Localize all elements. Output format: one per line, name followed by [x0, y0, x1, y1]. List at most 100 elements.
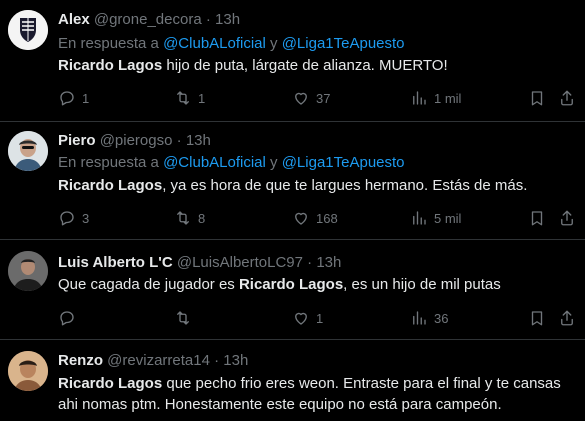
separator-dot: · — [307, 254, 313, 271]
views-button[interactable]: 5 mil — [410, 208, 461, 228]
bookmark-button[interactable] — [528, 208, 546, 228]
highlighted-term: Ricardo Lagos — [58, 177, 163, 194]
like-count: 37 — [316, 90, 331, 106]
handle[interactable]: @pierogso — [100, 132, 173, 149]
tweet-text-cont: ahi nomas ptm. Honestamente este equipo … — [58, 396, 502, 413]
views-button[interactable]: 1 mil — [410, 88, 461, 108]
share-button[interactable] — [558, 308, 576, 328]
timestamp[interactable]: 13h — [215, 11, 240, 28]
tweet-card[interactable]: Renzo @revizarreta14 · 13h Ricardo Lagos… — [0, 339, 585, 421]
reply-button[interactable]: 1 — [58, 88, 89, 108]
handle[interactable]: @LuisAlbertoLC97 — [177, 254, 303, 271]
timestamp[interactable]: 13h — [186, 132, 211, 149]
reply-joiner: y — [270, 154, 278, 171]
display-name[interactable]: Piero — [58, 132, 96, 149]
bookmark-button[interactable] — [528, 308, 546, 328]
tweet-text-rest: que pecho frio eres weon. Entraste para … — [162, 375, 561, 392]
reply-count: 3 — [82, 210, 90, 226]
like-button[interactable]: 1 — [292, 308, 323, 328]
reply-button[interactable] — [58, 308, 82, 328]
tweet-text: Ricardo Lagos que pecho frio eres weon. … — [58, 374, 561, 394]
share-button[interactable] — [558, 88, 576, 108]
bar-chart-icon — [410, 309, 428, 327]
timestamp[interactable]: 13h — [223, 352, 248, 369]
tweet-header: Piero @pierogso · 13h — [58, 131, 211, 151]
avatar[interactable] — [8, 10, 48, 50]
retweet-icon — [174, 209, 192, 227]
bar-chart-icon — [410, 89, 428, 107]
heart-icon — [292, 209, 310, 227]
tweet-text-pre: Que cagada de jugador es — [58, 276, 239, 293]
share-icon — [558, 209, 576, 227]
bookmark-button[interactable] — [528, 88, 546, 108]
share-button[interactable] — [558, 208, 576, 228]
bookmark-icon — [528, 89, 546, 107]
reply-icon — [58, 89, 76, 107]
reply-icon — [58, 209, 76, 227]
tweet-header: Renzo @revizarreta14 · 13h — [58, 351, 248, 371]
reply-count: 1 — [82, 90, 90, 106]
heart-icon — [292, 309, 310, 327]
separator-dot: · — [214, 352, 220, 369]
retweet-icon — [174, 309, 192, 327]
avatar[interactable] — [8, 131, 48, 171]
display-name[interactable]: Luis Alberto L'C — [58, 254, 173, 271]
highlighted-term: Ricardo Lagos — [58, 57, 163, 74]
action-bar: 1 1 37 1 mil — [58, 88, 578, 108]
tweet-header: Luis Alberto L'C @LuisAlbertoLC97 · 13h — [58, 253, 341, 273]
like-count: 168 — [316, 210, 338, 226]
display-name[interactable]: Alex — [58, 11, 90, 28]
tweet-text-rest: hijo de puta, lárgate de alianza. MUERTO… — [162, 57, 448, 74]
views-button[interactable]: 36 — [410, 308, 448, 328]
retweet-button[interactable]: 1 — [174, 88, 205, 108]
reply-button[interactable]: 3 — [58, 208, 89, 228]
mention-link[interactable]: @Liga1TeApuesto — [282, 154, 405, 171]
highlighted-term: Ricardo Lagos — [238, 276, 344, 293]
separator-dot: · — [176, 132, 182, 149]
display-name[interactable]: Renzo — [58, 352, 103, 369]
view-count: 5 mil — [434, 210, 462, 226]
tweet-text: Que cagada de jugador es Ricardo Lagos, … — [58, 275, 501, 295]
like-button[interactable]: 37 — [292, 88, 330, 108]
retweet-button[interactable]: 8 — [174, 208, 205, 228]
reply-prefix: En respuesta a — [58, 35, 159, 52]
bookmark-icon — [528, 309, 546, 327]
avatar[interactable] — [8, 351, 48, 391]
tweet-text-line-2: ahi nomas ptm. Honestamente este equipo … — [58, 395, 502, 415]
like-count: 1 — [316, 310, 324, 326]
handle[interactable]: @grone_decora — [94, 11, 202, 28]
reply-context: En respuesta a @ClubALoficial y @Liga1Te… — [58, 34, 405, 54]
action-bar: 3 8 168 5 mil — [58, 208, 578, 228]
bar-chart-icon — [410, 209, 428, 227]
tweet-text-rest: , es un hijo de mil putas — [343, 276, 501, 293]
retweet-count: 8 — [198, 210, 206, 226]
tweet-card[interactable]: Alex @grone_decora · 13h En respuesta a … — [0, 0, 585, 122]
like-button[interactable]: 168 — [292, 208, 338, 228]
mention-link[interactable]: @Liga1TeApuesto — [282, 35, 405, 52]
share-icon — [558, 89, 576, 107]
tweet-text: Ricardo Lagos, ya es hora de que te larg… — [58, 176, 527, 196]
tweet-text: Ricardo Lagos hijo de puta, lárgate de a… — [58, 56, 448, 76]
action-bar: 1 36 — [58, 308, 578, 328]
timestamp[interactable]: 13h — [316, 254, 341, 271]
mention-link[interactable]: @ClubALoficial — [163, 154, 266, 171]
reply-icon — [58, 309, 76, 327]
retweet-icon — [174, 89, 192, 107]
tweet-header: Alex @grone_decora · 13h — [58, 10, 240, 30]
share-icon — [558, 309, 576, 327]
reply-joiner: y — [270, 35, 278, 52]
separator-dot: · — [205, 11, 211, 28]
reply-context: En respuesta a @ClubALoficial y @Liga1Te… — [58, 153, 405, 173]
heart-icon — [292, 89, 310, 107]
tweet-text-rest: , ya es hora de que te largues hermano. … — [162, 177, 528, 194]
bookmark-icon — [528, 209, 546, 227]
mention-link[interactable]: @ClubALoficial — [163, 35, 266, 52]
view-count: 1 mil — [434, 90, 462, 106]
tweet-card[interactable]: Piero @pierogso · 13h En respuesta a @Cl… — [0, 121, 585, 240]
retweet-count: 1 — [198, 90, 206, 106]
retweet-button[interactable] — [174, 308, 198, 328]
avatar[interactable] — [8, 251, 48, 291]
tweet-card[interactable]: Luis Alberto L'C @LuisAlbertoLC97 · 13h … — [0, 239, 585, 340]
reply-prefix: En respuesta a — [58, 154, 159, 171]
handle[interactable]: @revizarreta14 — [107, 352, 210, 369]
